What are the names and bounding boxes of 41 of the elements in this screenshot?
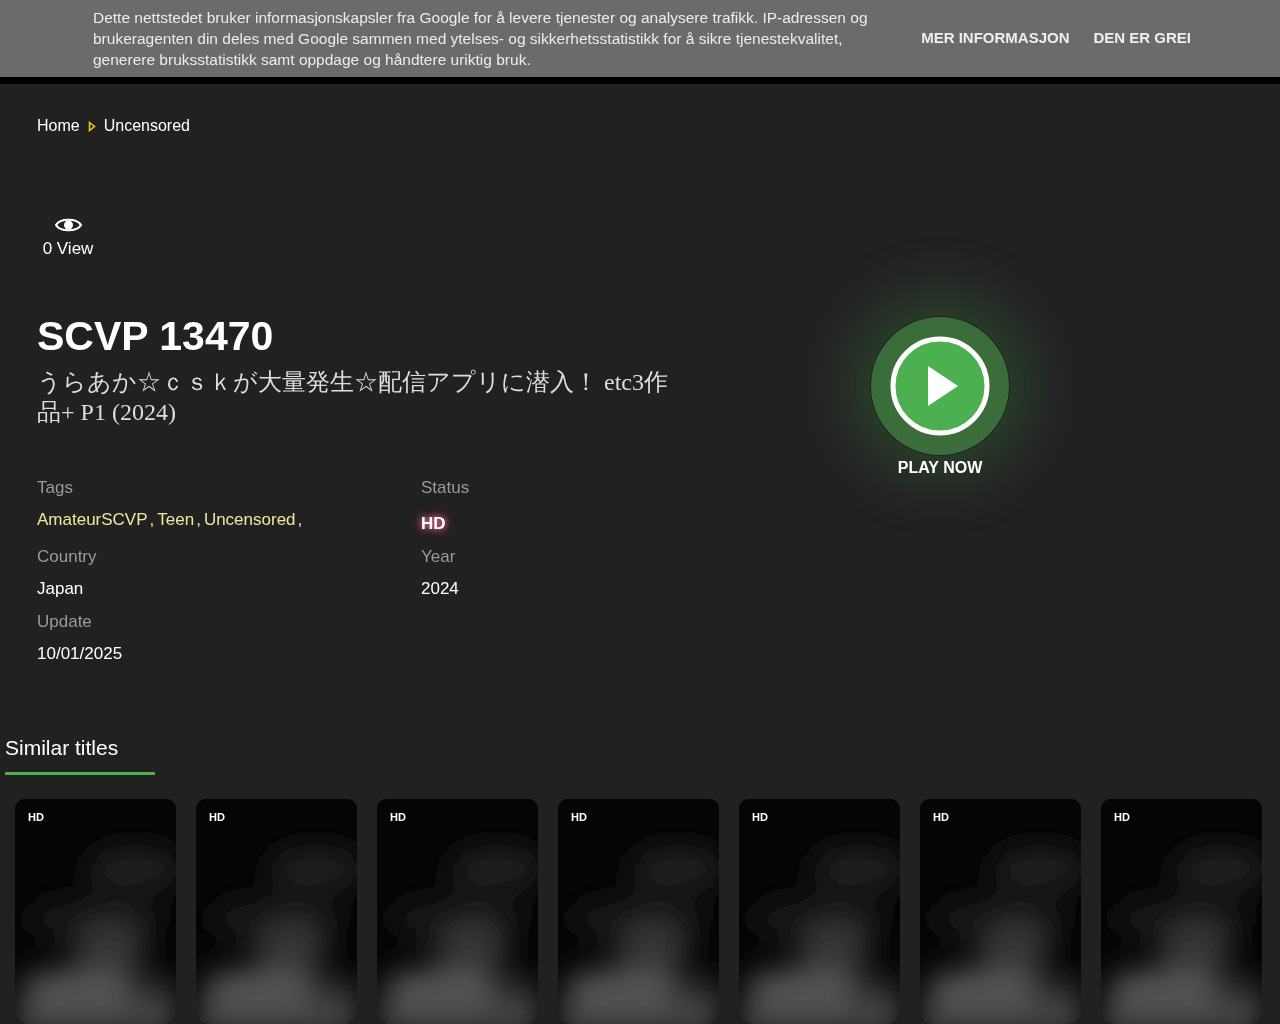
video-card[interactable]: HD	[377, 798, 538, 1024]
caret-icon	[87, 120, 96, 132]
detail-value: Japan	[37, 577, 85, 600]
play-button[interactable]	[870, 316, 1010, 456]
tag-link[interactable]: Uncensored	[203, 509, 296, 529]
detail-label: Update	[37, 611, 93, 634]
detail-label: Country	[37, 546, 98, 569]
quality-label: HD	[571, 809, 587, 825]
detail-value: 10/01/2025	[37, 642, 124, 665]
separator: ,	[297, 509, 303, 529]
video-card[interactable]: HD	[920, 798, 1081, 1024]
quality-label: HD	[933, 809, 949, 825]
video-card[interactable]: HD	[15, 798, 176, 1024]
quality-label: HD	[390, 809, 406, 825]
quality-label: HD	[1114, 809, 1130, 825]
breadcrumb-link[interactable]: Uncensored	[103, 114, 190, 139]
video-card[interactable]: HD	[558, 798, 719, 1024]
detail-label: Tags	[37, 477, 74, 500]
tag-link[interactable]: Teen	[157, 509, 195, 529]
detail-value: 2024	[421, 577, 460, 600]
separator: ,	[149, 509, 155, 529]
video-card[interactable]: HD	[196, 798, 357, 1024]
video-title: SCVP 13470	[37, 311, 275, 361]
play-now-label[interactable]: PLAY NOW	[897, 456, 983, 480]
quality-label: HD	[28, 809, 44, 825]
video-card[interactable]: HD	[1101, 798, 1262, 1024]
cookie-button[interactable]: MER INFORMASJON	[921, 23, 1070, 54]
cookie-message: Dette nettstedet bruker informasjonskapsler fra Google for å levere tjenester og analysere trafikk. IP-adressen og brukeragenten din deles med Google sammen med ytelses- og sikkerhetsstatistikk for å sikre tjenestekvalitet, generere bruksstatistikk samt oppdage og håndtere uriktig bruk.	[93, 8, 869, 71]
detail-label: Year	[421, 546, 457, 569]
section-heading: Similar titles	[5, 732, 155, 775]
view-count: 0 View	[41, 238, 95, 261]
quality-label: HD	[421, 512, 446, 535]
video-subtitle: うらあか☆ｃｓｋが大量発生☆配信アプリに潜入！ etc3作品+ P1 (2024)	[37, 368, 669, 428]
quality-label: HD	[752, 809, 768, 825]
separator: ,	[196, 509, 201, 529]
detail-label: Status	[421, 477, 471, 500]
quality-label: HD	[209, 809, 225, 825]
video-card[interactable]: HD	[739, 798, 900, 1024]
breadcrumb-link[interactable]: Home	[37, 114, 80, 139]
tag-link[interactable]: AmateurSCVP	[37, 509, 148, 529]
cookie-button[interactable]: DEN ER GREI	[1093, 23, 1191, 54]
